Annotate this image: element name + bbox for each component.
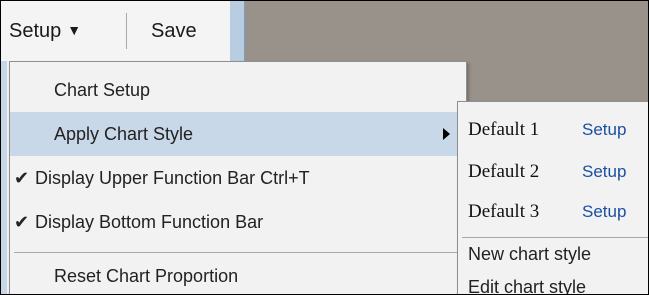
style-name: Default 1 — [468, 119, 540, 140]
checkmark-icon: ✔ — [14, 212, 30, 232]
menu-item-label: Apply Chart Style — [54, 124, 194, 144]
menu-item-display-upper-function-bar[interactable]: ✔ Display Upper Function Bar Ctrl+T — [10, 156, 466, 200]
submenu-item-label: Edit chart style — [468, 277, 587, 295]
menu-item-label: Chart Setup — [54, 80, 151, 100]
checkmark-icon: ✔ — [14, 168, 30, 188]
toolbar-edge — [230, 1, 245, 61]
style-name: Default 2 — [468, 161, 540, 182]
menu-item-label: Display Upper Function Bar Ctrl+T — [35, 168, 310, 188]
chart-style-submenu: Default 1 Setup Default 2 Setup Default … — [457, 101, 648, 295]
submenu-item-default-3[interactable]: Default 3 Setup — [458, 192, 648, 232]
setup-dropdown-button[interactable]: Setup ▼ — [9, 9, 81, 53]
submenu-item-default-1[interactable]: Default 1 Setup — [458, 110, 648, 150]
setup-menu: Chart Setup Apply Chart Style ✔ Display … — [9, 61, 467, 294]
submenu-item-default-2[interactable]: Default 2 Setup — [458, 152, 648, 192]
chevron-down-icon: ▼ — [67, 22, 82, 38]
menu-item-label: Display Bottom Function Bar — [35, 212, 264, 232]
style-name: Default 3 — [468, 201, 540, 222]
toolbar-divider — [126, 13, 127, 49]
submenu-item-edit-chart-style[interactable]: Edit chart style — [458, 267, 648, 295]
setup-label: Setup — [9, 20, 62, 42]
menu-item-apply-chart-style[interactable]: Apply Chart Style — [10, 112, 466, 156]
left-edge-strip — [1, 61, 7, 294]
style-setup-link[interactable]: Setup — [582, 110, 626, 150]
menu-item-display-bottom-function-bar[interactable]: ✔ Display Bottom Function Bar — [10, 200, 466, 244]
submenu-arrow-icon — [443, 128, 450, 140]
save-button[interactable]: Save — [151, 9, 197, 53]
menu-item-chart-setup[interactable]: Chart Setup — [10, 68, 466, 112]
app-frame: Setup ▼ Save Chart Setup Apply Chart Styl… — [0, 0, 649, 295]
menu-item-reset-chart-proportion[interactable]: Reset Chart Proportion — [10, 254, 466, 294]
toolbar: Setup ▼ Save — [1, 1, 230, 61]
menu-item-label: Reset Chart Proportion — [54, 266, 239, 286]
menu-separator — [14, 252, 462, 253]
style-setup-link[interactable]: Setup — [582, 192, 626, 232]
style-setup-link[interactable]: Setup — [582, 152, 626, 192]
